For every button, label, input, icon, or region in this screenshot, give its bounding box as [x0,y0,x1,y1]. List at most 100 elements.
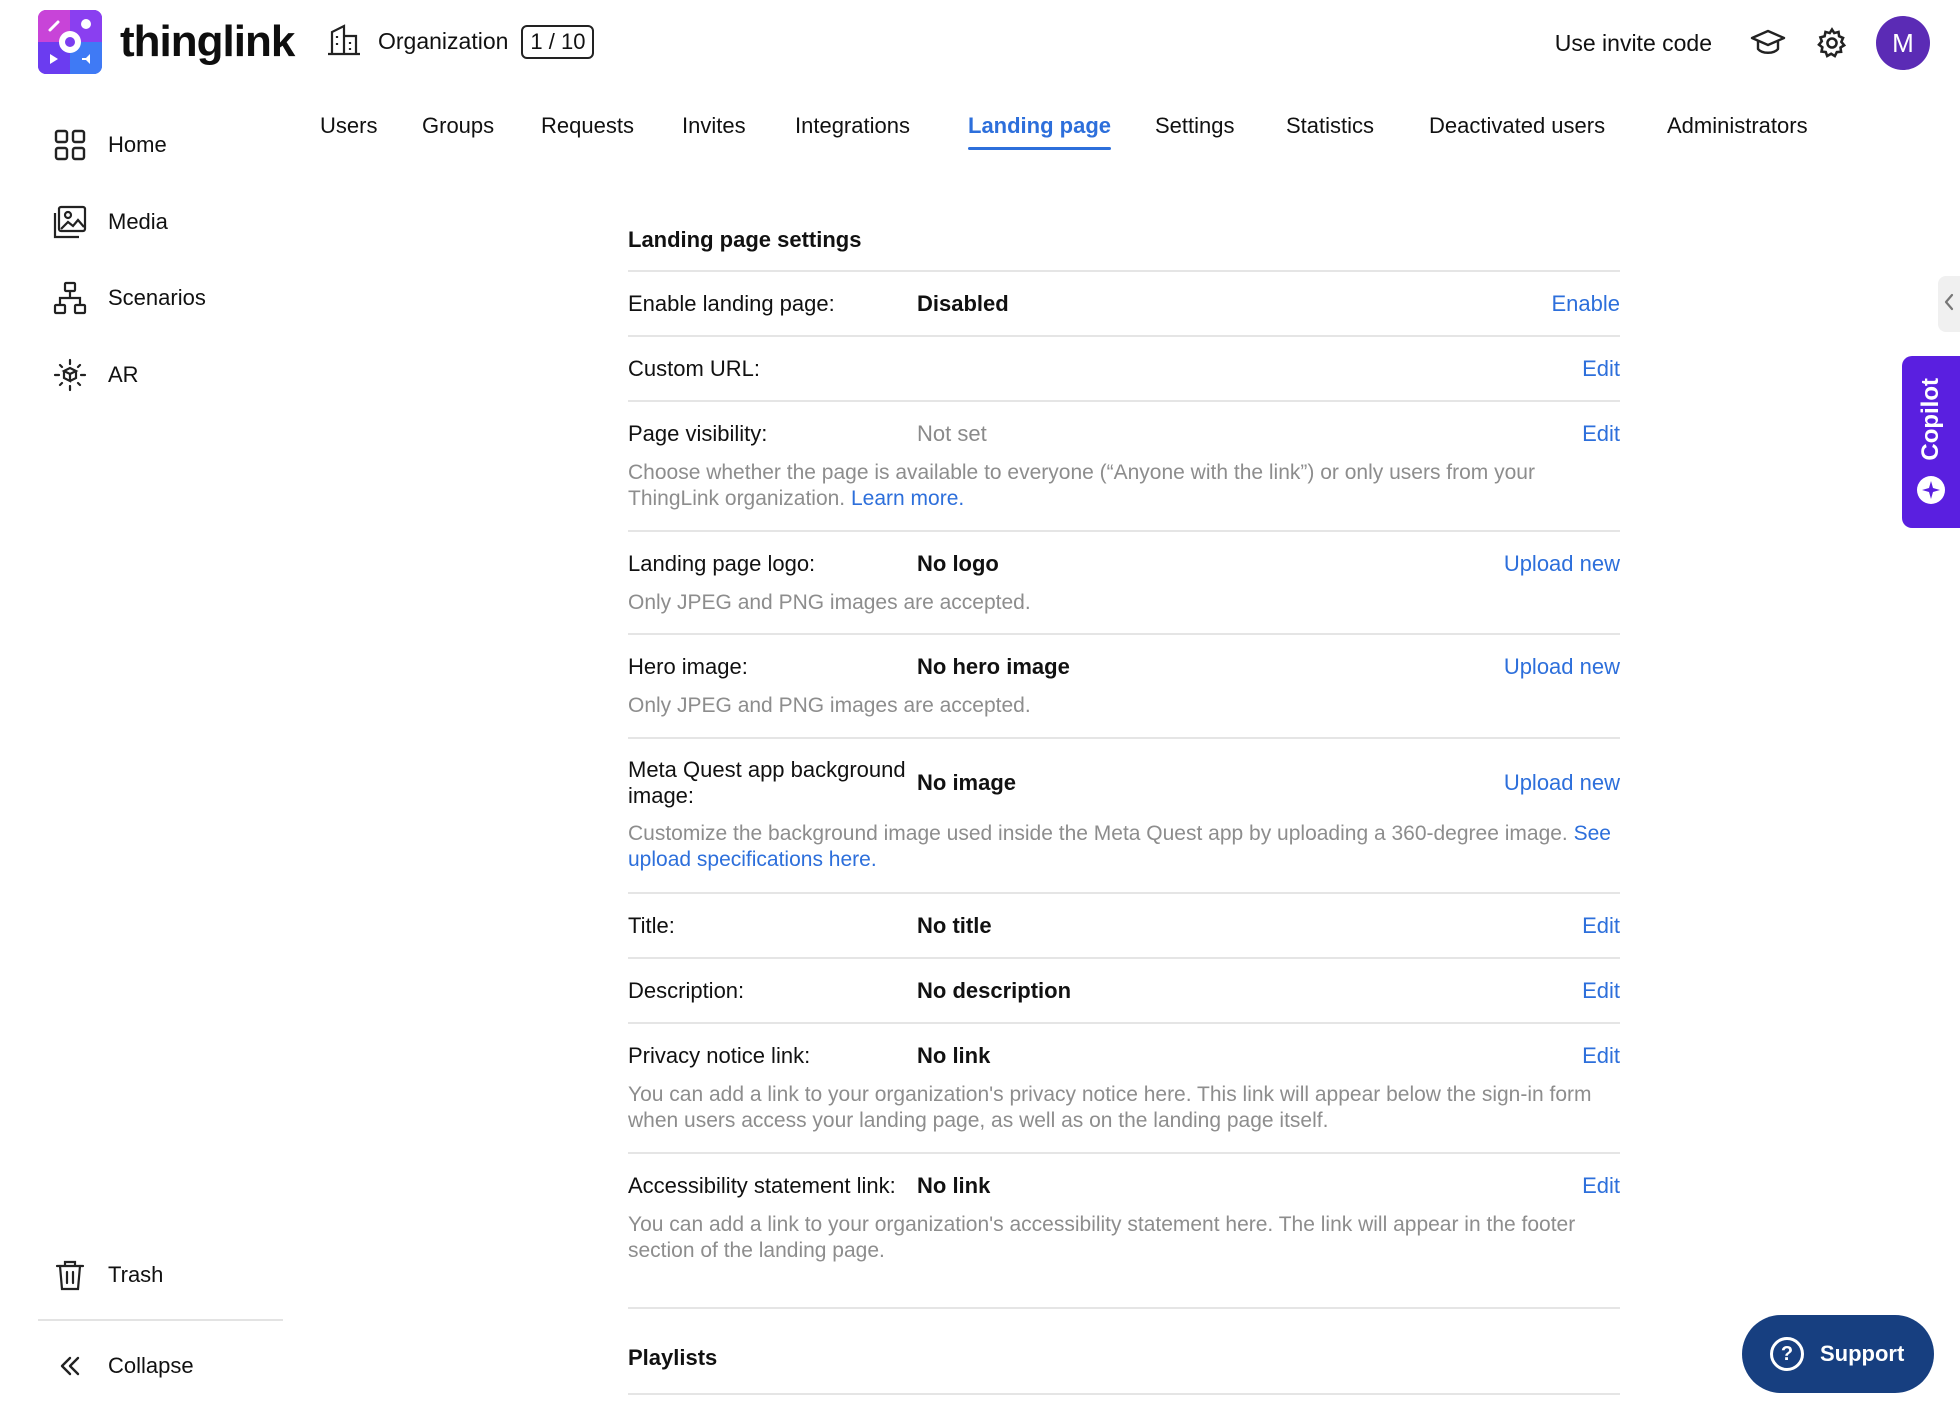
setting-label: Description: [628,978,745,1003]
setting-description: Choose whether the page is available to … [628,460,1620,512]
setting-label: Landing page logo: [628,551,816,576]
setting-row-custom-url: Custom URL: Edit [628,335,1620,400]
tab-administrators[interactable]: Administrators [1667,110,1808,142]
learn-more-link[interactable]: Learn more. [851,487,964,510]
landing-page-settings: Landing page settings Enable landing pag… [628,222,1620,1395]
chevron-left-icon [1943,293,1955,316]
collapse-icon [52,1348,88,1384]
media-icon [52,204,88,240]
setting-description: Only JPEG and PNG images are accepted. [628,591,1031,614]
sidebar-item-label: AR [108,362,139,387]
setting-label: Title: [628,913,675,938]
copilot-label: Copilot [1917,378,1944,461]
sidebar-item-ar[interactable]: AR [52,357,139,393]
setting-value: Not set [917,421,987,446]
sidebar-item-scenarios[interactable]: Scenarios [52,280,206,316]
use-invite-code-link[interactable]: Use invite code [1555,30,1712,57]
setting-label: Custom URL: [628,356,761,381]
setting-value: No image [917,770,1017,795]
organization-label: Organization [378,28,509,54]
tab-statistics[interactable]: Statistics [1286,110,1374,142]
organization-switcher[interactable]: Organization 1 / 10 [326,22,595,61]
sidebar-item-label: Home [108,132,167,157]
tab-landing-page[interactable]: Landing page [968,110,1111,150]
setting-label: Hero image: [628,654,748,679]
setting-row-landing-page-logo: Landing page logo: No logo Upload new On… [628,530,1620,633]
edit-title-button[interactable]: Edit [1582,913,1620,939]
sidebar-collapse-button[interactable]: Collapse [52,1348,194,1384]
home-grid-icon [52,127,88,163]
organization-count-badge: 1 / 10 [521,24,595,59]
tab-users[interactable]: Users [320,110,377,142]
help-circle-icon: ? [1770,1337,1804,1371]
sidebar-item-trash[interactable]: Trash [52,1257,163,1293]
edit-description-button[interactable]: Edit [1582,978,1620,1004]
tab-deactivated-users[interactable]: Deactivated users [1429,110,1605,142]
copilot-button[interactable]: Copilot [1902,356,1960,528]
upload-hero-image-button[interactable]: Upload new [1504,654,1620,680]
section-divider [628,1393,1620,1395]
user-avatar[interactable]: M [1876,16,1930,70]
playlists-section-title: Playlists [628,1307,1620,1393]
brand-name: thinglink [120,17,295,66]
setting-description: Customize the background image used insi… [628,821,1620,873]
setting-row-enable: Enable landing page: Disabled Enable [628,270,1620,335]
upload-logo-button[interactable]: Upload new [1504,551,1620,577]
setting-description-text: Choose whether the page is available to … [628,461,1535,510]
scenarios-icon [52,280,88,316]
sparkle-icon [1916,475,1946,510]
setting-value: No link [917,1173,991,1198]
setting-description: You can add a link to your organization'… [628,1083,1592,1132]
support-label: Support [1820,1341,1905,1366]
edit-accessibility-statement-button[interactable]: Edit [1582,1173,1620,1199]
tab-settings[interactable]: Settings [1155,110,1235,142]
building-icon [326,22,362,61]
upload-meta-quest-background-button[interactable]: Upload new [1504,770,1620,796]
sidebar-item-label: Scenarios [108,285,206,310]
sidebar-item-media[interactable]: Media [52,204,168,240]
edit-privacy-notice-button[interactable]: Edit [1582,1043,1620,1069]
tab-invites[interactable]: Invites [682,110,746,142]
sidebar-item-home[interactable]: Home [52,127,167,163]
setting-row-privacy-notice: Privacy notice link: No link Edit You ca… [628,1022,1620,1152]
setting-value: No hero image [917,654,1070,679]
support-button[interactable]: ? Support [1742,1315,1934,1393]
setting-value: No title [917,913,992,938]
setting-label: Privacy notice link: [628,1043,811,1068]
setting-row-description: Description: No description Edit [628,957,1620,1022]
sidebar-divider [38,1319,283,1321]
trash-icon [52,1257,88,1293]
graduation-cap-icon[interactable] [1748,23,1788,63]
setting-value: No description [917,978,1072,1003]
ar-icon [52,357,88,393]
sidebar-item-label: Media [108,209,168,234]
setting-description: Only JPEG and PNG images are accepted. [628,694,1031,717]
setting-value: No logo [917,551,999,576]
thinglink-logo-icon [38,10,102,74]
setting-row-title: Title: No title Edit [628,892,1620,957]
side-panel-toggle[interactable] [1938,276,1960,332]
setting-value: No link [917,1043,991,1068]
setting-value: Disabled [917,291,1009,316]
section-title: Landing page settings [628,227,862,252]
setting-row-hero-image: Hero image: No hero image Upload new Onl… [628,633,1620,737]
gear-icon[interactable] [1812,23,1852,63]
edit-custom-url-button[interactable]: Edit [1582,356,1620,382]
setting-row-meta-quest-background: Meta Quest app background image: No imag… [628,737,1620,892]
setting-row-page-visibility: Page visibility: Not set Edit Choose whe… [628,400,1620,530]
sidebar-trash-label: Trash [108,1262,164,1287]
tab-requests[interactable]: Requests [541,110,634,142]
setting-label: Page visibility: [628,421,768,446]
setting-row-accessibility-statement: Accessibility statement link: No link Ed… [628,1152,1620,1307]
enable-button[interactable]: Enable [1551,291,1620,317]
tab-integrations[interactable]: Integrations [795,110,910,142]
tab-groups[interactable]: Groups [422,110,494,142]
setting-label: Meta Quest app background image: [628,757,906,808]
setting-description-text: Customize the background image used insi… [628,822,1568,845]
setting-description: You can add a link to your organization'… [628,1213,1576,1262]
setting-label: Enable landing page: [628,291,835,316]
edit-page-visibility-button[interactable]: Edit [1582,421,1620,447]
header-actions: Use invite code M [1555,16,1930,70]
brand-logo[interactable]: thinglink [38,10,295,74]
setting-label: Accessibility statement link: [628,1173,896,1198]
